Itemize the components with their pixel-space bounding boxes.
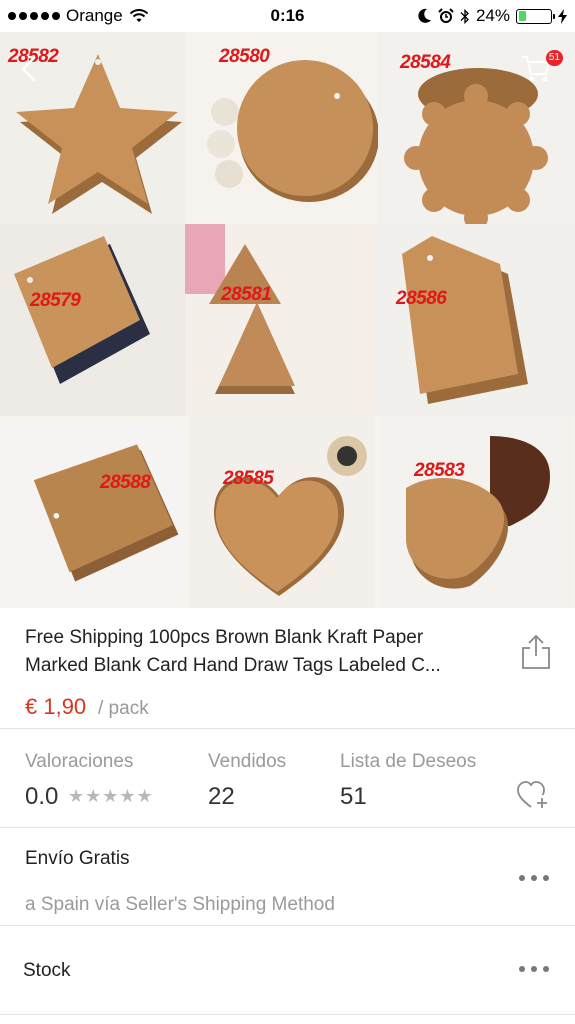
product-code-label: 28580 [219, 46, 270, 67]
product-code-label: 28583 [414, 460, 465, 481]
product-stats: Valoraciones 0.0 ★★★★★ Vendidos 22 Lista… [0, 729, 575, 827]
back-button[interactable] [14, 52, 44, 86]
add-to-wishlist-button[interactable] [515, 779, 551, 811]
price-unit: / pack [98, 698, 149, 719]
product-code-label: 28585 [223, 468, 274, 489]
shipping-row[interactable]: Envío Gratis a Spain vía Seller's Shippi… [0, 828, 575, 925]
battery-level-fill [518, 11, 526, 21]
sold-label: Vendidos [208, 751, 287, 772]
rating-stars-icon: ★★★★★ [68, 786, 154, 806]
gallery-tile-circle: 28580 [185, 32, 378, 224]
circle-tag-image [185, 32, 378, 224]
triangle-tag-image [185, 224, 378, 416]
more-dots-icon[interactable] [519, 964, 549, 974]
back-chevron-icon [21, 56, 36, 82]
gallery-tile-rectangle: 28579 [0, 224, 185, 416]
rectangle-tag-image [0, 224, 185, 416]
cart-button[interactable]: 51 [519, 50, 563, 86]
product-title-line: Free Shipping 100pcs Brown Blank Kraft P… [25, 627, 424, 648]
wave-tag-image [380, 416, 573, 608]
ratings-value[interactable]: 0.0 [25, 783, 58, 811]
product-code-label: 28588 [100, 472, 151, 493]
shipping-title: Envío Gratis [25, 848, 130, 869]
moon-icon [418, 8, 431, 23]
share-button[interactable] [519, 632, 553, 672]
product-code-label: 28584 [400, 52, 451, 73]
stock-row[interactable]: Stock [0, 926, 575, 1014]
stock-title: Stock [23, 960, 71, 981]
wishlist-value: 51 [340, 783, 367, 810]
product-code-label: 28581 [221, 284, 272, 305]
gallery-tile-tag: 28586 [378, 224, 575, 416]
gallery-tile-triangle: 28581 [185, 224, 378, 416]
gallery-tile-wave: 28583 [378, 416, 575, 608]
share-icon [522, 634, 550, 669]
battery-percent: 24% [475, 6, 510, 25]
sold-value: 22 [208, 783, 235, 810]
heart-tag-image [189, 416, 374, 608]
product-title-line: Marked Blank Card Hand Draw Tags Labeled… [25, 655, 441, 676]
charging-bolt-icon [558, 8, 567, 24]
status-bar-right: 24% [418, 6, 567, 26]
product-code-label: 28586 [396, 288, 447, 309]
product-header: Free Shipping 100pcs Brown Blank Kraft P… [0, 608, 575, 728]
divider [0, 1014, 575, 1015]
status-bar: Orange 0:16 24% [0, 0, 575, 32]
ratings-label: Valoraciones [25, 751, 134, 772]
price-value: € 1,90 [25, 694, 87, 719]
product-code-label: 28579 [30, 290, 81, 311]
wishlist-label: Lista de Deseos [340, 751, 477, 772]
gallery-tile-heart: 28585 [185, 416, 378, 608]
more-dots-icon[interactable] [519, 873, 549, 883]
bluetooth-icon [460, 8, 469, 24]
heart-plus-icon [517, 781, 547, 808]
stacked-tag-image [0, 421, 185, 603]
shipping-method: a Spain vía Seller's Shipping Method [25, 894, 335, 915]
product-title[interactable]: Free Shipping 100pcs Brown Blank Kraft P… [25, 624, 495, 680]
tag-shape-image [378, 224, 575, 416]
battery-icon [516, 8, 555, 24]
alarm-icon [438, 8, 454, 23]
product-image-gallery[interactable]: 28582 28580 28584 28579 28581 28586 2858… [0, 32, 575, 608]
gallery-tile-stack: 28588 [0, 416, 185, 608]
cart-count-badge: 51 [545, 50, 563, 66]
